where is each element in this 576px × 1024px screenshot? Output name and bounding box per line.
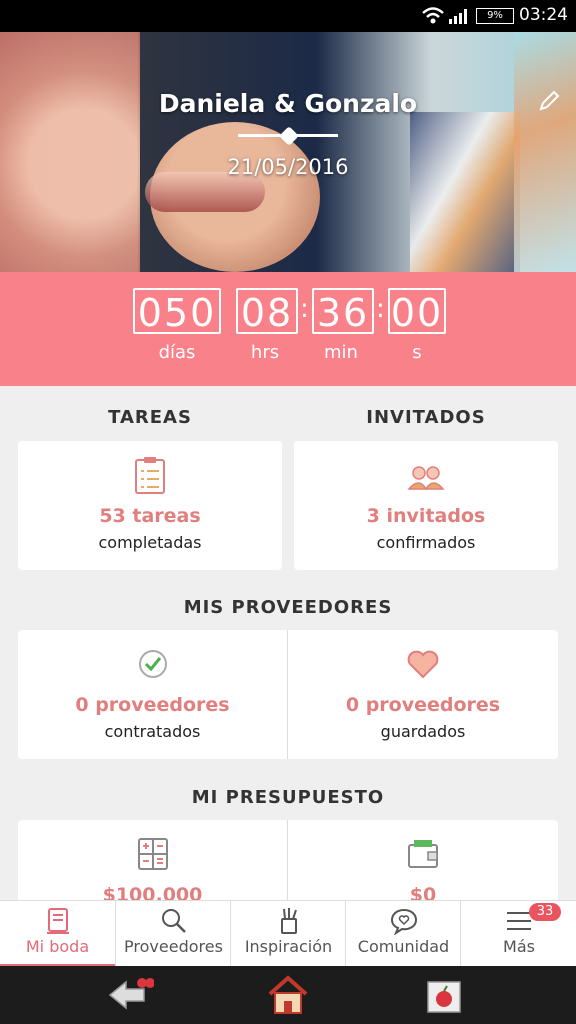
vendors-card: 0 proveedores contratados 0 proveedores …: [18, 630, 558, 759]
photo-shirt: [410, 112, 520, 272]
countdown-days: 050: [133, 288, 221, 335]
countdown-days-label: días: [158, 342, 196, 363]
guests-card[interactable]: 3 invitados confirmados: [294, 441, 558, 570]
calculator-icon: [137, 838, 168, 870]
wedding-date: 21/05/2016: [227, 155, 349, 179]
battery-indicator: 9%: [476, 8, 514, 24]
clock: 03:24: [519, 5, 568, 25]
notification-badge: 33: [529, 903, 561, 921]
couple-names: Daniela & Gonzalo: [158, 89, 418, 118]
photo-right-panel: [514, 32, 576, 272]
tab-proveedores[interactable]: Proveedores: [115, 901, 231, 967]
check-circle-icon: [138, 650, 167, 678]
tab-label: Comunidad: [357, 937, 450, 956]
vendors-hired[interactable]: 0 proveedores contratados: [18, 630, 287, 759]
tasks-subtitle: completadas: [98, 533, 202, 552]
signal-icon: [449, 9, 467, 24]
budget-estimated[interactable]: $100.000: [18, 820, 287, 910]
countdown-minutes: 36: [312, 288, 374, 335]
back-icon[interactable]: [106, 974, 154, 1016]
home-icon[interactable]: [264, 974, 312, 1016]
recent-apps-icon[interactable]: [422, 974, 470, 1016]
heart-icon: [407, 650, 439, 679]
countdown-seconds-label: s: [412, 342, 422, 363]
photo-left-panel: [0, 32, 140, 272]
guests-icon: [407, 466, 445, 491]
tab-comunidad[interactable]: Comunidad: [345, 901, 461, 967]
system-nav-bar: [0, 966, 576, 1024]
edit-icon[interactable]: [538, 90, 560, 112]
countdown-separator: :: [300, 294, 309, 324]
tasks-title: TAREAS: [108, 407, 192, 428]
tasks-count: 53 tareas: [99, 505, 201, 527]
wifi-icon: [422, 7, 444, 24]
countdown-hours-label: hrs: [250, 342, 280, 363]
vendors-hired-subtitle: contratados: [104, 722, 201, 741]
wallet-icon: [408, 840, 438, 868]
tab-label: Inspiración: [244, 937, 333, 956]
budget-card: $100.000 $0: [18, 820, 558, 910]
search-icon: [161, 909, 186, 933]
countdown-separator: :: [376, 294, 385, 324]
countdown: 050 08 : 36 : 00 días hrs min s: [0, 272, 576, 386]
countdown-minutes-label: min: [324, 342, 358, 363]
tab-mi-boda[interactable]: Mi boda: [0, 901, 115, 967]
tab-label: Más: [503, 937, 535, 956]
guests-subtitle: confirmados: [376, 533, 476, 552]
vendors-saved-subtitle: guardados: [380, 722, 466, 741]
vendors-title: MIS PROVEEDORES: [183, 597, 393, 618]
tab-label: Proveedores: [124, 937, 223, 956]
notebook-icon: [46, 908, 69, 934]
guests-title: INVITADOS: [366, 407, 486, 428]
vendors-hired-count: 0 proveedores: [75, 694, 230, 716]
countdown-hours: 08: [236, 288, 298, 335]
status-bar: 9% 03:24: [0, 0, 576, 32]
pencil-cup-icon: [280, 908, 297, 934]
tab-mas[interactable]: 33 Más: [460, 901, 576, 967]
chat-heart-icon: [390, 908, 417, 935]
budget-title: MI PRESUPUESTO: [191, 787, 385, 808]
vendors-saved[interactable]: 0 proveedores guardados: [288, 630, 558, 759]
tab-label: Mi boda: [25, 937, 90, 956]
budget-spent[interactable]: $0: [288, 820, 558, 910]
cover-photo[interactable]: Daniela & Gonzalo 21/05/2016: [0, 32, 576, 272]
vendors-saved-count: 0 proveedores: [345, 694, 501, 716]
checklist-icon: [135, 457, 165, 494]
tab-bar: Mi boda Proveedores Inspiración Comunida…: [0, 900, 576, 967]
tasks-card[interactable]: 53 tareas completadas: [18, 441, 282, 570]
guests-count: 3 invitados: [366, 505, 486, 527]
tab-inspiracion[interactable]: Inspiración: [230, 901, 346, 967]
countdown-seconds: 00: [388, 288, 446, 335]
